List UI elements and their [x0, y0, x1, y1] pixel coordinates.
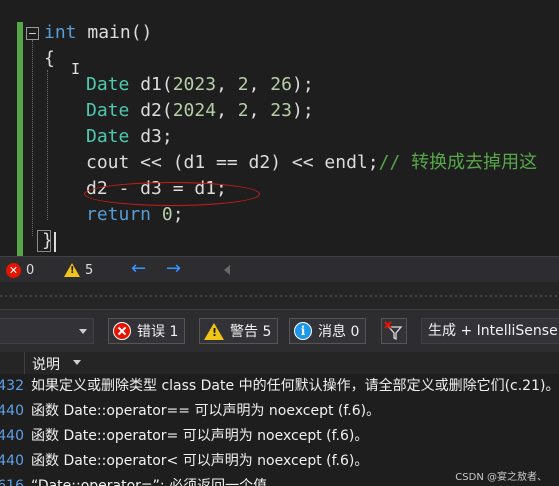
error-list-toolbar: 错误 1 警告 5 i 消息 0 生成 + IntelliSense: [0, 310, 559, 352]
error-code: C26440: [0, 403, 24, 419]
back-arrow-icon[interactable]: ←: [131, 258, 146, 280]
source-dropdown[interactable]: 生成 + IntelliSense: [421, 318, 559, 344]
error-code: E0616: [0, 478, 24, 486]
warning-icon: [64, 263, 80, 277]
error-description: 如果定义或删除类型 class Date 中的任何默认操作，请全部定义或删除它们…: [31, 378, 559, 394]
filter-clear-icon: [384, 321, 403, 341]
errors-filter-button[interactable]: 错误 1: [108, 318, 186, 344]
errors-filter-label: 错误 1: [137, 324, 179, 340]
editor-status-bar: ✕ 0 5 ← →: [0, 256, 559, 282]
column-divider[interactable]: [24, 352, 25, 374]
code-line-7[interactable]: d2 - d3 = d1;: [0, 176, 559, 202]
scroll-left-icon[interactable]: [224, 265, 230, 275]
error-description: “Date::operator=”: 必须返回一个值: [31, 478, 268, 486]
filter-clear-button[interactable]: [381, 318, 407, 344]
annotation-ellipse: [84, 182, 260, 206]
forward-arrow-icon[interactable]: →: [166, 258, 181, 280]
warnings-filter-label: 警告 5: [230, 324, 272, 340]
source-dropdown-value: 生成 + IntelliSense: [428, 323, 558, 339]
messages-filter-button[interactable]: i 消息 0: [289, 318, 367, 344]
table-row[interactable]: C26432 如果定义或删除类型 class Date 中的任何默认操作，请全部…: [0, 374, 559, 399]
warnings-filter-button[interactable]: 警告 5: [199, 318, 279, 344]
chevron-down-icon[interactable]: [73, 360, 81, 365]
warning-icon: [204, 322, 224, 340]
code-comment: // 转换成去掉用这: [378, 152, 538, 173]
error-code: C26440: [0, 453, 24, 469]
code-text: );: [291, 100, 314, 121]
error-list-header: 说明: [0, 352, 559, 374]
code-editor[interactable]: I int main() { Date d1(2023, 2, 26); Dat…: [0, 0, 559, 256]
number-literal: 0: [161, 204, 173, 225]
error-description: 函数 Date::operator== 可以声明为 noexcept (f.6)…: [31, 403, 381, 419]
panel-splitter[interactable]: [0, 282, 559, 310]
code-text: ;: [172, 204, 184, 225]
error-icon: ✕: [6, 262, 21, 278]
type-name: Date: [86, 100, 130, 121]
code-text: d3;: [129, 126, 173, 147]
number-literal: 2024: [172, 100, 217, 121]
watermark: CSDN @宴之敖者、: [455, 472, 547, 483]
number-literal: 2: [237, 74, 249, 95]
code-text: d2(: [129, 100, 173, 121]
type-name: Date: [86, 126, 130, 147]
description-column-header[interactable]: 说明: [32, 354, 60, 374]
code-line-2[interactable]: {: [0, 46, 559, 72]
keyword: int: [44, 22, 77, 43]
type-name: Date: [86, 74, 130, 95]
code-line-9[interactable]: }: [0, 228, 559, 254]
table-row[interactable]: C26440 函数 Date::operator== 可以声明为 noexcep…: [0, 399, 559, 424]
number-literal: 26: [270, 74, 292, 95]
brace-match-highlight: [37, 230, 51, 252]
code-line-3[interactable]: Date d1(2023, 2, 26);: [0, 72, 559, 98]
code-text: ,: [216, 74, 238, 95]
number-literal: 2: [237, 100, 249, 121]
code-text: );: [291, 74, 314, 95]
code-text: main(): [76, 22, 153, 43]
warning-count: 5: [85, 262, 94, 278]
error-icon: [113, 322, 131, 340]
code-text: ,: [216, 100, 238, 121]
code-line-1[interactable]: int main(): [0, 20, 559, 46]
code-text: d1(: [129, 74, 173, 95]
code-line-5[interactable]: Date d3;: [0, 124, 559, 150]
code-text: ,: [248, 100, 271, 121]
error-count: 0: [26, 262, 35, 278]
number-literal: 2023: [172, 74, 217, 95]
error-code: C26432: [0, 378, 24, 394]
code-line-4[interactable]: Date d2(2024, 2, 23);: [0, 98, 559, 124]
splitter-grip: [0, 295, 559, 297]
text-caret: [54, 232, 56, 252]
chevron-down-icon: [79, 329, 87, 334]
scope-dropdown[interactable]: [0, 318, 94, 344]
info-icon: i: [294, 322, 312, 340]
warning-count-indicator[interactable]: 5: [64, 261, 93, 279]
code-text: ,: [248, 74, 271, 95]
messages-filter-label: 消息 0: [318, 324, 360, 340]
open-brace: {: [44, 48, 55, 69]
error-description: 函数 Date::operator< 可以声明为 noexcept (f.6)。: [31, 453, 369, 469]
keyword: return: [86, 204, 152, 225]
code-line-8[interactable]: return 0;: [0, 202, 559, 228]
error-code: C26440: [0, 428, 24, 444]
code-text: cout << (d1 == d2) << endl;: [86, 152, 379, 173]
code-line-6[interactable]: cout << (d1 == d2) << endl;// 转换成去掉用这: [0, 150, 559, 176]
error-description: 函数 Date::operator= 可以声明为 noexcept (f.6)。: [31, 428, 369, 444]
error-count-indicator[interactable]: ✕ 0: [6, 261, 34, 279]
number-literal: 23: [270, 100, 292, 121]
table-row[interactable]: C26440 函数 Date::operator= 可以声明为 noexcept…: [0, 424, 559, 449]
